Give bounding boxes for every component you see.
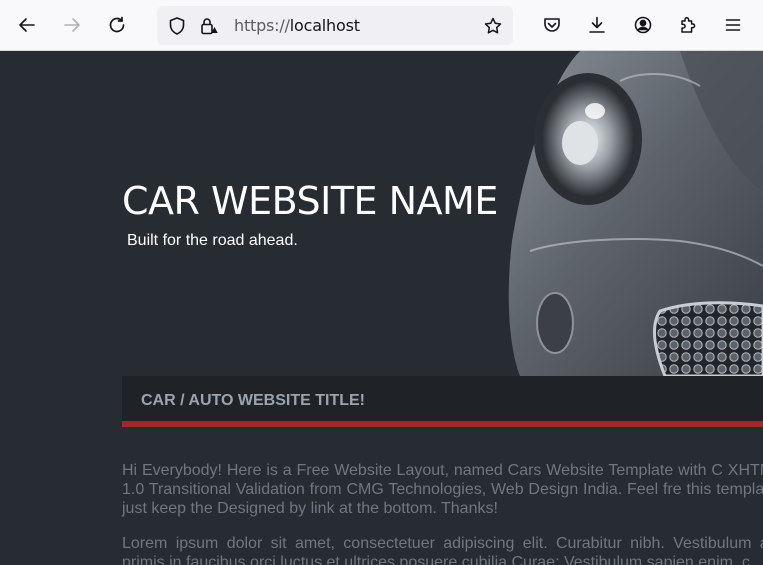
url-host: localhost bbox=[289, 16, 360, 35]
arrow-left-icon bbox=[19, 18, 35, 32]
site-slogan: Built for the road ahead. bbox=[127, 232, 298, 249]
shield-icon[interactable] bbox=[166, 15, 188, 37]
back-button[interactable] bbox=[10, 8, 44, 42]
page-title: CAR / AUTO WEBSITE TITLE! bbox=[141, 392, 365, 409]
content-title-bar: CAR / AUTO WEBSITE TITLE! bbox=[122, 376, 763, 427]
pocket-button[interactable] bbox=[535, 8, 569, 42]
pocket-icon bbox=[544, 18, 560, 32]
lock-warning-icon[interactable] bbox=[198, 15, 220, 37]
car-header-image bbox=[508, 51, 763, 376]
lorem-paragraph: Lorem ipsum dolor sit amet, consectetuer… bbox=[122, 535, 763, 565]
main-content: Hi Everybody! Here is a Free Website Lay… bbox=[122, 461, 763, 565]
bookmark-star-icon[interactable] bbox=[482, 15, 504, 37]
download-icon bbox=[589, 16, 605, 33]
hamburger-menu-icon bbox=[725, 19, 741, 31]
downloads-button[interactable] bbox=[580, 8, 614, 42]
url-protocol: https:// bbox=[234, 16, 290, 35]
intro-paragraph: Hi Everybody! Here is a Free Website Lay… bbox=[122, 462, 763, 517]
menu-button[interactable] bbox=[716, 8, 750, 42]
reload-button[interactable] bbox=[100, 8, 134, 42]
url-text[interactable]: https://localhost bbox=[234, 16, 360, 35]
forward-button[interactable] bbox=[55, 8, 89, 42]
address-bar[interactable]: https://localhost bbox=[157, 6, 513, 45]
account-button[interactable] bbox=[626, 8, 660, 42]
reload-icon bbox=[109, 16, 125, 33]
web-page: CAR WEBSITE NAME Built for the road ahea… bbox=[0, 51, 763, 565]
browser-toolbar: https://localhost bbox=[0, 0, 763, 51]
arrow-right-icon bbox=[64, 18, 80, 32]
puzzle-icon bbox=[681, 16, 696, 33]
account-icon bbox=[634, 16, 652, 34]
extensions-button[interactable] bbox=[671, 8, 705, 42]
hero-header: CAR WEBSITE NAME Built for the road ahea… bbox=[0, 51, 763, 376]
site-name: CAR WEBSITE NAME bbox=[122, 179, 498, 223]
